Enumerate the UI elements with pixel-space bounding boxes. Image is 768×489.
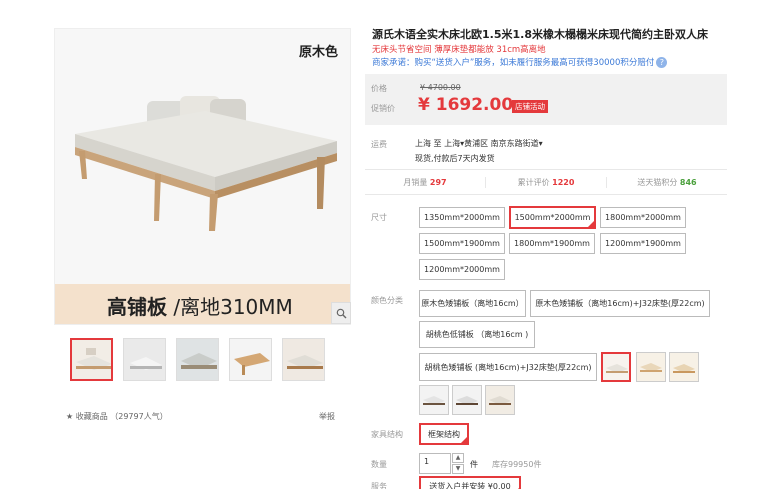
stat-value: 846 — [679, 177, 697, 187]
promo-price: ¥ 1692.00 — [418, 95, 514, 115]
size-option[interactable]: 1200mm*1900mm — [600, 233, 686, 254]
color-swatch[interactable] — [485, 385, 515, 415]
structure-label: 家具结构 — [371, 430, 403, 439]
report-link[interactable]: 举报 — [319, 411, 335, 422]
stat-value: 1220 — [552, 177, 575, 187]
size-option[interactable]: 1200mm*2000mm — [419, 259, 505, 280]
quantity-input[interactable]: 1 — [419, 453, 451, 474]
question-icon[interactable]: ? — [656, 57, 668, 68]
quantity-label: 数量 — [371, 460, 387, 469]
color-option[interactable]: 原木色矮铺板（离地16cm） — [419, 290, 526, 317]
service-label: 服务 — [371, 482, 387, 489]
stat-monthly-sales: 月销量 297 — [365, 177, 485, 188]
banner-rest: /离地310MM — [167, 295, 293, 319]
thumbnail-3[interactable] — [176, 338, 219, 381]
size-option[interactable]: 1800mm*2000mm — [600, 207, 686, 228]
color-tag: 原木色 — [298, 45, 338, 60]
thumbnail-1[interactable] — [70, 338, 113, 381]
original-price: ¥ 4700.00 — [420, 83, 461, 92]
stat-label: 累计评价 — [517, 177, 550, 187]
thumbnail-image — [177, 339, 218, 380]
zoom-button[interactable] — [331, 302, 351, 324]
magnifier-icon — [336, 308, 346, 318]
swatch-image — [453, 386, 481, 414]
product-title: 源氏木语全实木床北欧1.5米1.8米橡木榻榻米床现代简约主卧双人床 — [372, 28, 708, 41]
swatch-image — [486, 386, 514, 414]
stat-label: 送天猫积分 — [637, 177, 678, 187]
thumbnail-image — [72, 340, 111, 379]
product-subtitle: 无床头节省空间 薄厚床垫都能放 31cm高离地 — [372, 45, 546, 55]
banner-bold: 高铺板 — [107, 295, 167, 319]
shipping-route-selector[interactable]: 上海 至 上海▾黄浦区 南京东路街道▾ — [415, 138, 543, 149]
color-swatch[interactable] — [669, 352, 699, 382]
shipping-label: 运费 — [371, 140, 387, 149]
color-swatch[interactable] — [419, 385, 449, 415]
color-option[interactable]: 胡桃色矮铺板 (离地16cm)+J32床垫(厚22cm) — [419, 353, 597, 381]
color-swatch[interactable] — [452, 385, 482, 415]
color-swatch-selected[interactable] — [601, 352, 631, 382]
merchant-promise[interactable]: 商家承诺：购买“送货入户”服务，如未履行服务最高可获得30000积分赔付? — [372, 56, 668, 68]
promo-price-label: 促销价 — [371, 104, 395, 113]
bed-photo — [55, 29, 350, 284]
quantity-unit: 件 — [470, 460, 478, 469]
sales-stats: 月销量 297 累计评价 1220 送天猫积分 846 — [365, 169, 727, 195]
thumbnail-strip — [70, 338, 325, 381]
size-option[interactable]: 1350mm*2000mm — [419, 207, 505, 228]
size-option[interactable]: 1800mm*1900mm — [509, 233, 595, 254]
shop-activity-badge[interactable]: 店铺活动 — [512, 100, 548, 113]
color-label: 颜色分类 — [371, 296, 403, 305]
shipping-note: 现货,付款后7天内发货 — [415, 154, 495, 163]
quantity-increase-button[interactable]: ▲ — [452, 453, 464, 463]
bed-illustration — [75, 96, 337, 231]
stat-reviews[interactable]: 累计评价 1220 — [485, 176, 606, 188]
stat-points: 送天猫积分 846 — [606, 176, 727, 188]
swatch-image — [420, 386, 448, 414]
stat-value: 297 — [429, 177, 447, 187]
size-option[interactable]: 1500mm*1900mm — [419, 233, 505, 254]
color-option[interactable]: 胡桃色低铺板 （离地16cm ) — [419, 321, 535, 348]
size-label: 尺寸 — [371, 213, 387, 222]
thumbnail-image — [230, 339, 271, 380]
main-product-image[interactable]: 原木色 高铺板 /离地310MM — [54, 28, 351, 325]
color-swatch[interactable] — [636, 352, 666, 382]
thumbnail-4[interactable] — [229, 338, 272, 381]
thumbnail-image — [124, 339, 165, 380]
swatch-image — [603, 354, 629, 380]
stat-label: 月销量 — [403, 177, 428, 187]
color-option[interactable]: 原木色矮铺板（离地16cm)+J32床垫(厚22cm) — [530, 290, 710, 317]
service-option-selected[interactable]: 送货入户并安装 ¥0.00 — [419, 476, 521, 489]
size-option-selected[interactable]: 1500mm*2000mm — [509, 206, 596, 229]
thumbnail-2[interactable] — [123, 338, 166, 381]
stock-count: 库存99950件 — [492, 460, 542, 469]
price-label: 价格 — [371, 84, 387, 93]
thumbnail-5[interactable] — [282, 338, 325, 381]
favorite-link[interactable]: ★ 收藏商品 （29797人气） — [66, 411, 168, 422]
structure-option-selected[interactable]: 框架结构 — [419, 423, 469, 445]
swatch-image — [670, 353, 698, 381]
quantity-decrease-button[interactable]: ▼ — [452, 464, 464, 474]
merchant-promise-text: 商家承诺：购买“送货入户”服务，如未履行服务最高可获得30000积分赔付 — [372, 58, 655, 68]
thumbnail-image — [283, 339, 324, 380]
banner-text: 高铺板 /离地310MM — [107, 291, 293, 320]
swatch-image — [637, 353, 665, 381]
